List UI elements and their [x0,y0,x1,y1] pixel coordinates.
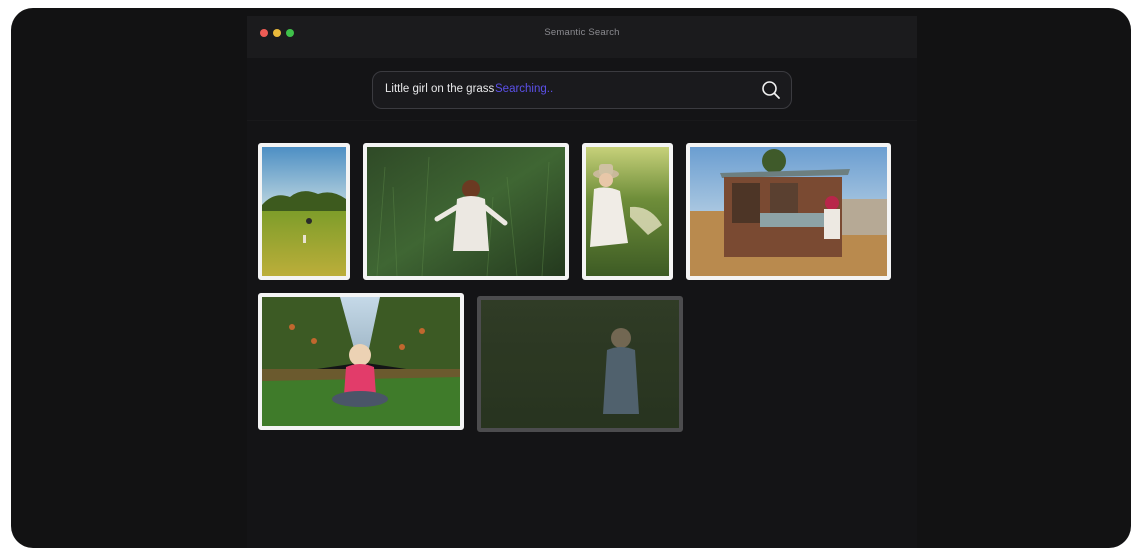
search-status: Searching.. [495,83,554,95]
search-bar[interactable]: Little girl on the grass Searching.. [372,71,792,109]
result-photo-3[interactable] [582,143,673,280]
title-bar: Semantic Search [247,16,917,58]
result-photo-2[interactable] [363,143,569,280]
app-window: Semantic Search Little girl on the grass… [247,16,917,548]
result-photo-4[interactable] [686,143,891,280]
result-photo-1[interactable] [258,143,350,280]
search-icon[interactable] [761,80,781,100]
window-title: Semantic Search [544,27,620,38]
result-photo-5[interactable] [258,293,464,430]
screen-background: Semantic Search Little girl on the grass… [11,8,1131,548]
search-input[interactable]: Little girl on the grass [385,83,494,95]
divider [247,120,917,121]
result-photo-6-loading[interactable] [477,296,683,432]
